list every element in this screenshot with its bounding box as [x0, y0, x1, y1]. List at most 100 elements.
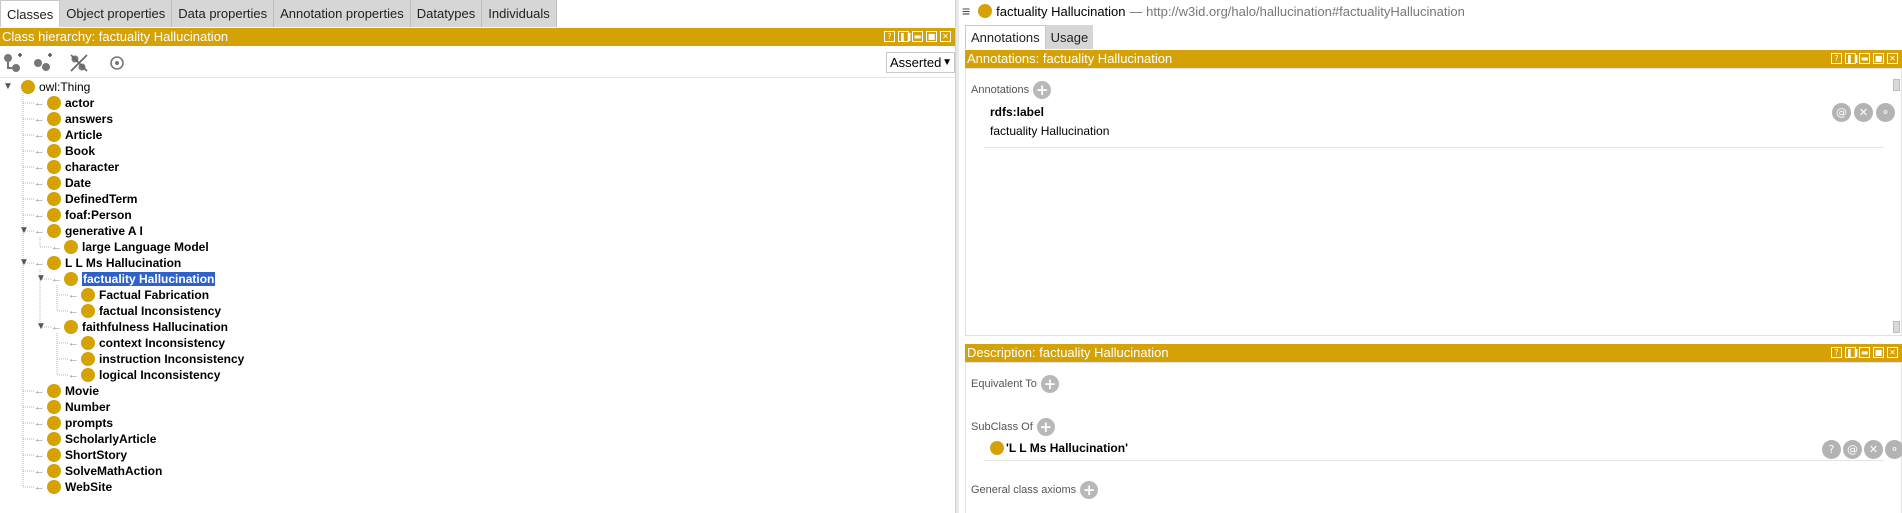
annotation-language-button[interactable]: @ — [1832, 103, 1851, 122]
tab-usage[interactable]: Usage — [1045, 25, 1094, 49]
subclass-arrow-icon: ← — [34, 97, 45, 109]
tree-node[interactable]: large Language Model — [64, 239, 209, 255]
split-button[interactable]: ❚❚ — [898, 31, 912, 42]
tab-data-properties[interactable]: Data properties — [172, 0, 275, 27]
subclass-arrow-icon: ← — [34, 433, 45, 445]
help-button[interactable]: ? — [884, 31, 895, 42]
tree-node[interactable]: Date — [47, 175, 91, 191]
add-superclass-button[interactable]: + — [1036, 418, 1055, 436]
add-annotation-button[interactable]: + — [1033, 81, 1052, 99]
maximize-button[interactable]: ■ — [1873, 347, 1884, 358]
help-button[interactable]: ? — [1831, 53, 1842, 64]
annotations-title: Annotations: factuality Hallucination — [967, 51, 1173, 66]
tree-node[interactable]: instruction Inconsistency — [81, 351, 244, 367]
class-label: large Language Model — [82, 240, 209, 254]
class-icon — [64, 272, 78, 286]
tree-node[interactable]: owl:Thing — [21, 79, 90, 95]
add-equivalent-button[interactable]: + — [1040, 375, 1059, 393]
annotation-value: factuality Hallucination — [990, 124, 1110, 138]
tree-node[interactable]: Number — [47, 399, 110, 415]
subclass-arrow-icon: ← — [34, 209, 45, 221]
tree-node[interactable]: context Inconsistency — [81, 335, 225, 351]
tree-node[interactable]: foaf:Person — [47, 207, 132, 223]
class-label: Book — [65, 144, 95, 158]
tree-node[interactable]: Movie — [47, 383, 99, 399]
minimize-button[interactable]: ▬ — [1859, 53, 1870, 64]
tree-node[interactable]: WebSite — [47, 479, 112, 495]
asserted-value: Asserted — [890, 55, 942, 70]
collapse-toggle-icon[interactable]: ▼ — [3, 81, 13, 93]
class-label: faithfulness Hallucination — [82, 320, 229, 334]
annotation-options-button[interactable]: ⚬ — [1876, 103, 1895, 122]
tree-node[interactable]: L L Ms Hallucination — [47, 255, 181, 271]
collapse-toggle-icon[interactable]: ▼ — [19, 257, 29, 269]
class-icon — [47, 112, 61, 126]
maximize-button[interactable]: ■ — [1873, 53, 1884, 64]
tree-node[interactable]: answers — [47, 111, 113, 127]
scrollbar-top[interactable] — [1893, 79, 1900, 91]
watch-class-icon[interactable] — [106, 53, 128, 73]
tree-node[interactable]: Factual Fabrication — [81, 287, 209, 303]
close-button[interactable]: ✕ — [1887, 347, 1898, 358]
split-button[interactable]: ❚❚ — [1845, 347, 1859, 358]
annotation-delete-button[interactable]: ✕ — [1854, 103, 1873, 122]
tab-individuals[interactable]: Individuals — [482, 0, 557, 27]
superclass-options-button[interactable]: ⚬ — [1885, 440, 1902, 459]
superclass-annotate-button[interactable]: @ — [1843, 440, 1862, 459]
subclass-arrow-icon: ← — [34, 177, 45, 189]
tab-datatypes[interactable]: Datatypes — [410, 0, 483, 27]
window-controls: ? ❚❚ ▬ ■ ✕ — [1831, 347, 1898, 358]
tree-node[interactable]: Article — [47, 127, 102, 143]
tab-annotations[interactable]: Annotations — [965, 25, 1046, 49]
class-label: character — [65, 160, 120, 174]
tree-node[interactable]: logical Inconsistency — [81, 367, 220, 383]
split-button[interactable]: ❚❚ — [1845, 53, 1859, 64]
close-button[interactable]: ✕ — [1887, 53, 1898, 64]
delete-class-icon[interactable] — [68, 53, 90, 73]
tab-object-properties[interactable]: Object properties — [60, 0, 173, 27]
help-button[interactable]: ? — [1831, 347, 1842, 358]
minimize-button[interactable]: ▬ — [912, 31, 923, 42]
class-label: logical Inconsistency — [99, 368, 221, 382]
superclass-explain-button[interactable]: ? — [1822, 440, 1841, 459]
tree-node[interactable]: ScholarlyArticle — [47, 431, 156, 447]
minimize-button[interactable]: ▬ — [1859, 347, 1870, 358]
tree-node[interactable]: generative A I — [47, 223, 143, 239]
tab-classes[interactable]: Classes — [0, 0, 61, 27]
annotations-label: Annotations — [971, 84, 1030, 96]
menu-icon[interactable]: ≡ — [962, 3, 970, 19]
collapse-toggle-icon[interactable]: ▼ — [36, 321, 46, 333]
subclass-arrow-icon: ← — [34, 161, 45, 173]
add-general-axiom-button[interactable]: + — [1080, 481, 1099, 499]
add-sibling-class-icon[interactable] — [32, 53, 54, 73]
class-label: owl:Thing — [39, 80, 91, 94]
add-subclass-icon[interactable] — [2, 53, 24, 73]
tree-node[interactable]: Book — [47, 143, 95, 159]
superclass-delete-button[interactable]: ✕ — [1864, 440, 1883, 459]
asserted-dropdown[interactable]: Asserted ▼ — [886, 52, 955, 73]
tree-node[interactable]: SolveMathAction — [47, 463, 162, 479]
tree-node[interactable]: prompts — [47, 415, 113, 431]
scrollbar-bottom[interactable] — [1893, 321, 1900, 333]
collapse-toggle-icon[interactable]: ▼ — [19, 225, 29, 237]
tree-node[interactable]: DefinedTerm — [47, 191, 137, 207]
superclass-item[interactable]: 'L L Ms Hallucination' — [990, 441, 1128, 455]
subclass-arrow-icon: ← — [51, 241, 62, 253]
equivalent-to-row: Equivalent To + — [971, 375, 1059, 393]
tree-node[interactable]: character — [47, 159, 119, 175]
tree-node[interactable]: factuality Hallucination — [64, 271, 217, 287]
tree-node[interactable]: actor — [47, 95, 94, 111]
collapse-toggle-icon[interactable]: ▼ — [36, 273, 46, 285]
tree-node[interactable]: factual Inconsistency — [81, 303, 221, 319]
close-button[interactable]: ✕ — [940, 31, 951, 42]
class-label: Article — [65, 128, 103, 142]
tab-annotation-properties[interactable]: Annotation properties — [274, 0, 411, 27]
tree-node[interactable]: faithfulness Hallucination — [64, 319, 228, 335]
selected-class-label: factuality Hallucination — [80, 271, 217, 287]
tree-node[interactable]: ShortStory — [47, 447, 127, 463]
annotation-separator — [984, 147, 1884, 148]
class-hierarchy-title: Class hierarchy: factuality Hallucinatio… — [2, 29, 229, 44]
subclass-arrow-icon: ← — [68, 289, 79, 301]
annotations-header: Annotations: factuality Hallucination ? ❚… — [965, 50, 1902, 68]
maximize-button[interactable]: ■ — [926, 31, 937, 42]
